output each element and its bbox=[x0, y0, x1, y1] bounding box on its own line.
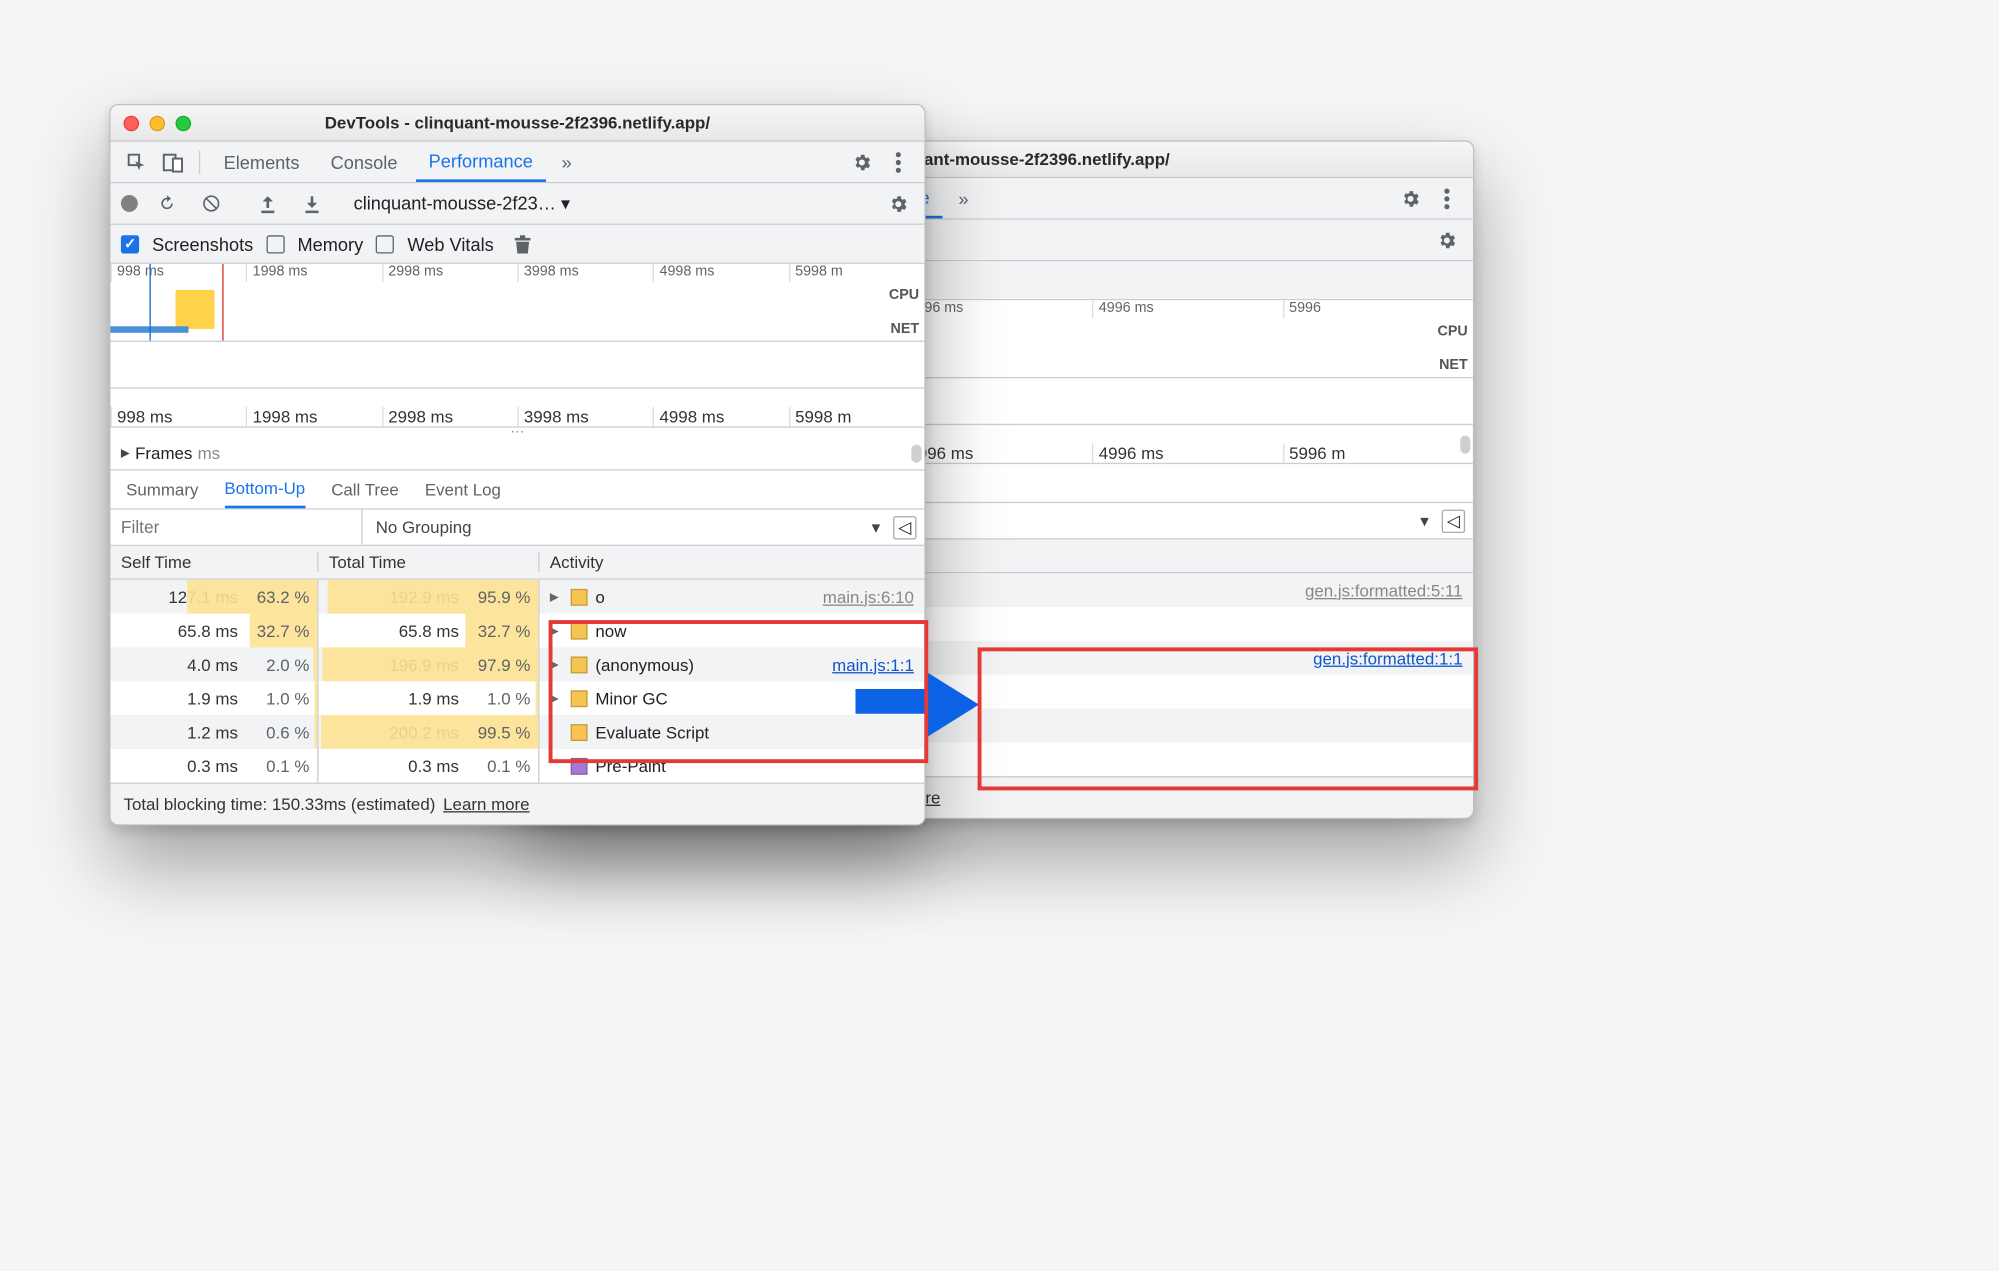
tab-call-tree[interactable]: Call Tree bbox=[331, 471, 399, 509]
trash-icon[interactable] bbox=[507, 228, 538, 259]
learn-more-link[interactable]: Learn more bbox=[443, 794, 529, 814]
screenshots-label: Screenshots bbox=[152, 233, 253, 254]
reload-icon[interactable] bbox=[151, 188, 182, 219]
record-button[interactable] bbox=[121, 195, 138, 212]
vitals-checkbox[interactable] bbox=[376, 235, 394, 253]
tab-event-log[interactable]: Event Log bbox=[425, 471, 501, 509]
header-activity[interactable]: Activity bbox=[540, 553, 925, 573]
tab-performance[interactable]: Performance bbox=[416, 142, 546, 182]
tab-bottom-up[interactable]: Bottom-Up bbox=[224, 471, 305, 509]
blocking-time-text: Total blocking time: 150.33ms (estimated… bbox=[123, 794, 435, 814]
selection-start[interactable] bbox=[150, 264, 151, 341]
tab-summary[interactable]: Summary bbox=[126, 471, 198, 509]
minimize-icon[interactable] bbox=[150, 115, 166, 131]
memory-checkbox[interactable] bbox=[266, 235, 284, 253]
activity-table-front: Self Time Total Time Activity 127.1 ms63… bbox=[110, 546, 924, 783]
activity-name: (anonymous) bbox=[595, 655, 694, 675]
collapse-icon[interactable]: ◁ bbox=[1442, 509, 1465, 532]
traffic-lights[interactable] bbox=[123, 115, 191, 131]
devtools-window-front: DevTools - clinquant-mousse-2f2396.netli… bbox=[109, 104, 925, 826]
clear-icon[interactable] bbox=[195, 188, 226, 219]
options-row-front: ✓ Screenshots Memory Web Vitals bbox=[110, 225, 924, 264]
source-link[interactable]: main.js:6:10 bbox=[823, 587, 914, 607]
filter-input[interactable] bbox=[110, 510, 362, 545]
net-label: NET bbox=[890, 321, 919, 337]
activity-name: Minor GC bbox=[595, 688, 667, 708]
gear-icon[interactable] bbox=[1431, 224, 1462, 255]
activity-name: Evaluate Script bbox=[595, 722, 709, 742]
filter-row-front: No Grouping▾ ◁ bbox=[110, 510, 924, 546]
cpu-label: CPU bbox=[889, 287, 919, 303]
scroll-thumb[interactable] bbox=[911, 445, 921, 463]
inspect-icon[interactable] bbox=[121, 146, 152, 177]
kebab-icon[interactable] bbox=[1431, 183, 1462, 214]
kebab-icon[interactable] bbox=[883, 146, 914, 177]
table-row[interactable]: 0.3 ms0.1 %0.3 ms0.1 %Pre-Paint bbox=[110, 749, 924, 783]
more-tabs-icon[interactable]: » bbox=[551, 146, 582, 177]
memory-label: Memory bbox=[297, 233, 363, 254]
header-total-time[interactable]: Total Time bbox=[319, 553, 540, 573]
vitals-label: Web Vitals bbox=[407, 233, 493, 254]
frames-label: Frames bbox=[135, 443, 192, 463]
devtools-tabs-front: Elements Console Performance » bbox=[110, 142, 924, 184]
lower-tabs-front: Summary Bottom-Up Call Tree Event Log bbox=[110, 471, 924, 510]
arrow-icon bbox=[855, 666, 985, 744]
perf-toolbar-front: clinquant-mousse-2f23… ▾ bbox=[110, 183, 924, 225]
flame-thumbnail bbox=[176, 290, 215, 329]
tab-console[interactable]: Console bbox=[318, 142, 411, 182]
table-row[interactable]: 4.0 ms2.0 %196.9 ms97.9 %▶(anonymous)mai… bbox=[110, 647, 924, 681]
header-self-time[interactable]: Self Time bbox=[110, 553, 318, 573]
gear-icon[interactable] bbox=[883, 188, 914, 219]
selection-end[interactable] bbox=[222, 264, 223, 341]
device-icon[interactable] bbox=[157, 146, 188, 177]
upload-icon[interactable] bbox=[252, 188, 283, 219]
drag-handle[interactable]: ··· bbox=[110, 428, 924, 437]
scroll-thumb[interactable] bbox=[1460, 435, 1470, 453]
frames-row[interactable]: ▶ Frames ms bbox=[110, 437, 924, 471]
window-title: DevTools - clinquant-mousse-2f2396.netli… bbox=[325, 113, 710, 132]
source-link[interactable]: gen.js:formatted:5:11 bbox=[1305, 580, 1463, 600]
collapse-icon[interactable]: ◁ bbox=[893, 515, 916, 538]
table-row[interactable]: 65.8 ms32.7 %65.8 ms32.7 %▶now bbox=[110, 614, 924, 648]
grouping-dropdown[interactable]: No Grouping▾ bbox=[363, 517, 893, 538]
screenshot-strip-front[interactable] bbox=[110, 342, 924, 389]
detail-ruler-front[interactable]: 998 ms 1998 ms 2998 ms 3998 ms 4998 ms 5… bbox=[110, 389, 924, 428]
close-icon[interactable] bbox=[123, 115, 139, 131]
download-icon[interactable] bbox=[296, 188, 327, 219]
gear-icon[interactable] bbox=[846, 146, 877, 177]
source-link[interactable]: gen.js:formatted:1:1 bbox=[1313, 648, 1462, 668]
activity-name: Pre-Paint bbox=[595, 756, 665, 776]
screenshots-checkbox[interactable]: ✓ bbox=[121, 235, 139, 253]
net-label: NET bbox=[1439, 358, 1468, 374]
table-row[interactable]: 1.9 ms1.0 %1.9 ms1.0 %▶Minor GC bbox=[110, 681, 924, 715]
tab-elements[interactable]: Elements bbox=[211, 142, 313, 182]
titlebar-front[interactable]: DevTools - clinquant-mousse-2f2396.netli… bbox=[110, 105, 924, 141]
timeline-overview-front[interactable]: 998 ms 1998 ms 2998 ms 3998 ms 4998 ms 5… bbox=[110, 264, 924, 342]
activity-name: now bbox=[595, 621, 626, 641]
footer-front: Total blocking time: 150.33ms (estimated… bbox=[110, 783, 924, 825]
more-tabs-icon[interactable]: » bbox=[948, 183, 979, 214]
activity-name: o bbox=[595, 587, 604, 607]
table-row[interactable]: 127.1 ms63.2 %192.9 ms95.9 %▶omain.js:6:… bbox=[110, 580, 924, 614]
zoom-icon[interactable] bbox=[176, 115, 192, 131]
gear-icon[interactable] bbox=[1395, 183, 1426, 214]
disclosure-icon: ▶ bbox=[121, 446, 130, 460]
table-row[interactable]: 1.2 ms0.6 %200.2 ms99.5 %Evaluate Script bbox=[110, 715, 924, 749]
url-dropdown[interactable]: clinquant-mousse-2f23… ▾ bbox=[354, 192, 571, 214]
cpu-label: CPU bbox=[1437, 324, 1467, 340]
